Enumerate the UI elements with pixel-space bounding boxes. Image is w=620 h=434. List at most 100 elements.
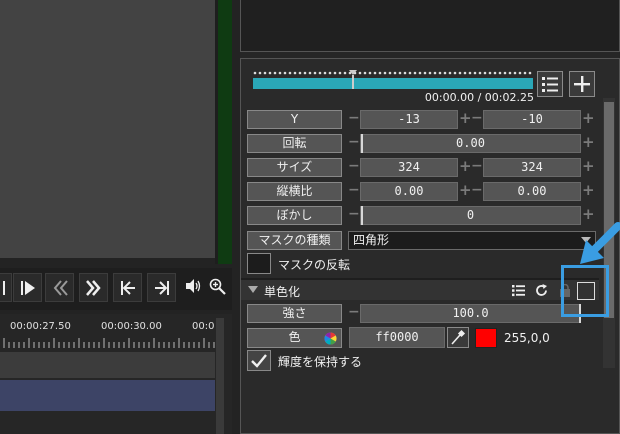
keyframe-dot — [308, 71, 312, 75]
blur-decrement-button[interactable]: − — [348, 206, 360, 225]
jump-start-button[interactable] — [113, 273, 142, 302]
keyframe-dot — [253, 71, 257, 75]
aspect-increment-button[interactable]: + — [459, 182, 472, 201]
keyframe-dot — [403, 71, 407, 75]
playhead-marker[interactable] — [349, 70, 357, 89]
strength-label-button[interactable]: 強さ — [247, 304, 342, 323]
keyframe-dot — [373, 71, 377, 75]
aspect-value2-field[interactable]: 0.00 — [483, 182, 581, 201]
transport-bar — [0, 268, 232, 310]
list-icon[interactable] — [512, 284, 525, 297]
aspect-label-button[interactable]: 縦横比 — [247, 182, 342, 201]
keyframe-dot — [293, 71, 297, 75]
rotation-slider-handle[interactable] — [361, 134, 363, 153]
aspect-value1-field[interactable]: 0.00 — [360, 182, 458, 201]
keyframe-dot — [463, 71, 467, 75]
y-label-button[interactable]: Y — [247, 110, 342, 129]
keep-luminance-checkbox[interactable] — [247, 350, 271, 371]
aspect-decrement-button[interactable]: − — [348, 182, 360, 201]
timeline-clip[interactable] — [0, 380, 215, 411]
reset-icon[interactable] — [535, 284, 548, 297]
volume-icon[interactable] — [185, 278, 201, 294]
panel-edge-strip — [218, 0, 232, 264]
step-back-partial-button[interactable] — [0, 273, 12, 302]
rewind-button[interactable] — [45, 273, 74, 302]
keyframe-time: 00:00.00 / 00:02.25 — [424, 91, 534, 104]
keyframe-dot — [278, 71, 282, 75]
keyframe-dot — [468, 71, 472, 75]
rotation-increment-button[interactable]: + — [582, 134, 595, 153]
collapse-caret-icon[interactable] — [248, 286, 258, 293]
mask-type-value: 四角形 — [353, 233, 390, 247]
timecode-label: 00:00:27.50 — [10, 321, 71, 332]
eyedropper-button[interactable] — [447, 327, 469, 348]
keyframe-dot — [313, 71, 317, 75]
blur-slider[interactable]: 0 — [360, 206, 581, 225]
size-value1-field[interactable]: 324 — [360, 158, 458, 177]
keyframe-dot — [433, 71, 437, 75]
arrow-pointer-icon — [580, 222, 620, 264]
keyframe-dot — [343, 71, 347, 75]
size2-increment-button[interactable]: + — [582, 158, 595, 177]
y-decrement-button[interactable]: − — [348, 110, 360, 129]
keyframe-dot — [378, 71, 382, 75]
keyframe-list-button[interactable] — [537, 71, 563, 97]
mask-type-select[interactable]: 四角形 — [348, 231, 596, 250]
keyframe-dot — [333, 71, 337, 75]
keyframe-dot — [528, 71, 532, 75]
color-label-button[interactable]: 色 — [247, 328, 342, 348]
keep-luminance-label: 輝度を保持する — [278, 355, 363, 369]
size2-decrement-button[interactable]: − — [471, 158, 483, 177]
y2-increment-button[interactable]: + — [582, 110, 595, 129]
preview-area — [0, 0, 215, 258]
color-hex-field[interactable]: ff0000 — [349, 327, 445, 348]
section-enable-checkbox[interactable] — [577, 282, 595, 300]
eyedropper-icon — [451, 329, 466, 345]
keyframe-dot — [503, 71, 507, 75]
size-decrement-button[interactable]: − — [348, 158, 360, 177]
size-value2-field[interactable]: 324 — [483, 158, 581, 177]
keyframe-dot — [423, 71, 427, 75]
keyframe-dot — [428, 71, 432, 75]
jump-end-button[interactable] — [147, 273, 176, 302]
keyframe-dot — [363, 71, 367, 75]
timeline-scrollbar[interactable] — [216, 318, 224, 434]
rotation-decrement-button[interactable]: − — [348, 134, 360, 153]
size-increment-button[interactable]: + — [459, 158, 472, 177]
rotation-label-button[interactable]: 回転 — [247, 134, 342, 153]
fast-forward-button[interactable] — [79, 273, 108, 302]
timecode-label: 00:0 — [192, 321, 215, 332]
y-increment-button[interactable]: + — [459, 110, 472, 129]
y2-decrement-button[interactable]: − — [471, 110, 483, 129]
highlight-box — [561, 265, 609, 317]
jump-end-icon — [155, 281, 169, 295]
list-icon — [542, 77, 558, 92]
keyframe-range — [253, 78, 533, 89]
blur-slider-handle[interactable] — [361, 206, 363, 225]
keyframe-bar[interactable] — [253, 69, 533, 89]
keyframe-dot — [488, 71, 492, 75]
y-value1-field[interactable]: -13 — [360, 110, 458, 129]
keyframe-dot — [443, 71, 447, 75]
step-forward-icon — [21, 281, 35, 295]
size-label-button[interactable]: サイズ — [247, 158, 342, 177]
timeline-track[interactable] — [0, 352, 215, 378]
timeline-ruler[interactable]: 00:00:27.50 00:00:30.00 00:0 — [0, 318, 215, 352]
blur-label-button[interactable]: ぼかし — [247, 206, 342, 225]
strength-decrement-button[interactable]: − — [348, 304, 360, 323]
strength-slider[interactable]: 100.0 — [360, 304, 581, 323]
add-keyframe-button[interactable] — [569, 71, 595, 97]
mask-type-label-button[interactable]: マスクの種類 — [247, 231, 342, 250]
color-label: 色 — [288, 330, 301, 344]
mask-invert-checkbox[interactable] — [247, 253, 271, 274]
keyframe-dot — [383, 71, 387, 75]
aspect2-decrement-button[interactable]: − — [471, 182, 483, 201]
color-swatch[interactable] — [475, 328, 497, 348]
y-value2-field[interactable]: -10 — [483, 110, 581, 129]
rotation-slider[interactable]: 0.00 — [360, 134, 581, 153]
zoom-icon[interactable] — [209, 278, 226, 295]
mask-invert-label: マスクの反転 — [278, 258, 351, 272]
aspect2-increment-button[interactable]: + — [582, 182, 595, 201]
keyframe-dot — [393, 71, 397, 75]
step-forward-button[interactable] — [13, 273, 42, 302]
